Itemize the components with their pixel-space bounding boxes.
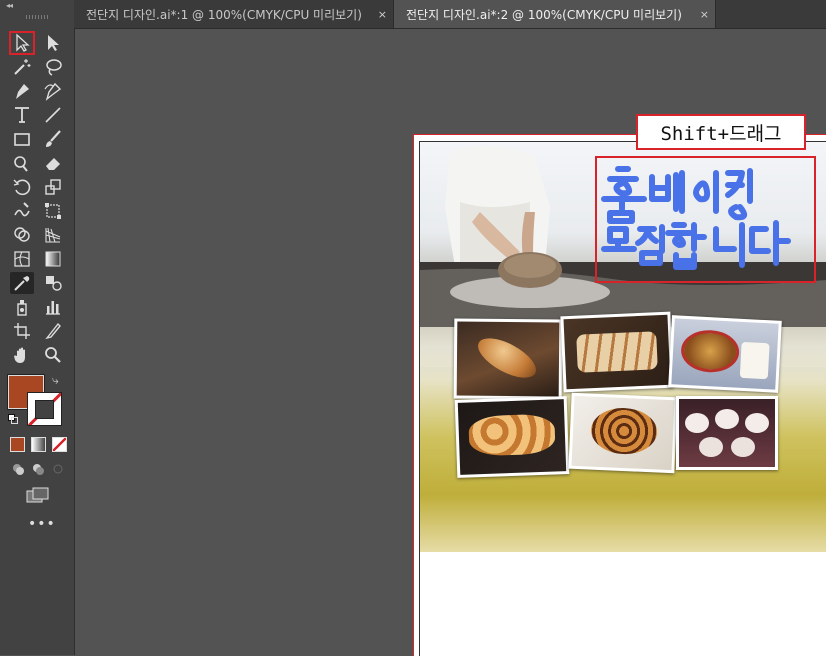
draw-behind-button[interactable] bbox=[31, 462, 45, 476]
swap-fill-stroke-icon[interactable]: ⤷ bbox=[52, 373, 59, 388]
tools-panel: ◂◂ ⤷ ••• bbox=[0, 0, 75, 655]
curvature-tool[interactable] bbox=[41, 80, 65, 102]
symbol-sprayer-icon bbox=[17, 300, 27, 316]
cinnamon-roll-photo bbox=[568, 392, 678, 474]
blend-icon bbox=[46, 276, 62, 291]
scale-tool[interactable] bbox=[41, 176, 65, 198]
zoom-icon bbox=[45, 347, 61, 363]
line-tool[interactable] bbox=[41, 104, 65, 126]
color-mode-button[interactable] bbox=[10, 437, 25, 452]
symbol-sprayer-tool[interactable] bbox=[10, 296, 34, 318]
scale-icon bbox=[45, 179, 61, 195]
gradient-mode-button[interactable] bbox=[31, 437, 46, 452]
mesh-icon bbox=[14, 251, 30, 267]
slice-icon bbox=[45, 322, 61, 340]
close-icon[interactable]: × bbox=[700, 8, 709, 21]
stroke-color-swatch[interactable] bbox=[27, 392, 62, 426]
line-segment-icon bbox=[45, 107, 61, 123]
edit-toolbar-button[interactable]: ••• bbox=[28, 516, 56, 532]
draw-inside-icon bbox=[53, 464, 63, 474]
paintbrush-icon bbox=[46, 130, 61, 147]
rectangle-icon bbox=[14, 133, 30, 146]
eraser-icon bbox=[46, 158, 60, 170]
magic-wand-icon bbox=[14, 59, 31, 75]
rectangle-tool[interactable] bbox=[10, 128, 34, 150]
document-tab-bar: 전단지 디자인.ai*:1 @ 100%(CMYK/CPU 미리보기) × 전단… bbox=[74, 0, 826, 29]
paintbrush-tool[interactable] bbox=[41, 128, 65, 150]
rotate-tool[interactable] bbox=[10, 176, 34, 198]
close-icon[interactable]: × bbox=[378, 8, 387, 21]
warp-tool[interactable] bbox=[10, 200, 34, 222]
tab-label: 전단지 디자인.ai*:1 @ 100%(CMYK/CPU 미리보기) bbox=[86, 7, 362, 22]
shift-drag-note: Shift+드래그 bbox=[636, 114, 806, 150]
panel-grip-handle[interactable] bbox=[26, 15, 48, 19]
direct-selection-tool[interactable] bbox=[41, 32, 65, 54]
free-transform-icon bbox=[45, 203, 61, 219]
cookies-milk-photo bbox=[668, 315, 782, 393]
zoom-tool[interactable] bbox=[41, 344, 65, 366]
draw-normal-icon bbox=[13, 464, 24, 475]
none-mode-button[interactable] bbox=[52, 437, 67, 452]
perspective-grid-tool[interactable] bbox=[41, 224, 65, 246]
rotate-icon bbox=[13, 179, 31, 196]
tab-document-1[interactable]: 전단지 디자인.ai*:1 @ 100%(CMYK/CPU 미리보기) × bbox=[74, 0, 394, 28]
type-tool[interactable] bbox=[10, 104, 34, 126]
shape-builder-tool[interactable] bbox=[10, 224, 34, 246]
screen-mode-icon[interactable] bbox=[26, 487, 50, 503]
draw-behind-icon bbox=[33, 464, 44, 475]
shaper-icon bbox=[14, 156, 28, 172]
gradient-tool[interactable] bbox=[41, 248, 65, 270]
mesh-tool[interactable] bbox=[10, 248, 34, 270]
sliced-bread-photo bbox=[560, 311, 674, 393]
column-graph-icon bbox=[46, 301, 60, 315]
eraser-tool[interactable] bbox=[41, 152, 65, 174]
lasso-tool[interactable] bbox=[41, 56, 65, 78]
pen-tool[interactable] bbox=[10, 80, 34, 102]
magic-wand-tool[interactable] bbox=[10, 56, 34, 78]
draw-normal-button[interactable] bbox=[11, 462, 25, 476]
blend-tool[interactable] bbox=[41, 272, 65, 294]
type-icon bbox=[15, 107, 29, 123]
artboard-icon bbox=[14, 323, 30, 339]
lasso-icon bbox=[46, 59, 62, 76]
free-transform-tool[interactable] bbox=[41, 200, 65, 222]
slice-tool[interactable] bbox=[41, 320, 65, 342]
default-fill-stroke-icon[interactable] bbox=[8, 414, 18, 424]
pen-icon bbox=[16, 84, 29, 99]
tab-label: 전단지 디자인.ai*:2 @ 100%(CMYK/CPU 미리보기) bbox=[406, 7, 682, 22]
tab-document-2[interactable]: 전단지 디자인.ai*:2 @ 100%(CMYK/CPU 미리보기) × bbox=[394, 0, 716, 28]
cupcakes-photo bbox=[676, 396, 778, 470]
eyedropper-tool[interactable] bbox=[10, 272, 34, 294]
braided-bread-photo bbox=[454, 396, 570, 478]
collapse-panel-icon[interactable]: ◂◂ bbox=[6, 1, 13, 10]
column-graph-tool[interactable] bbox=[41, 296, 65, 318]
gradient-icon bbox=[45, 251, 61, 267]
shape-builder-icon bbox=[14, 227, 30, 242]
selection-tool[interactable] bbox=[9, 31, 35, 55]
artboard-tool[interactable] bbox=[10, 320, 34, 342]
hand-tool[interactable] bbox=[10, 344, 34, 366]
shaper-tool[interactable] bbox=[10, 152, 34, 174]
draw-inside-button[interactable] bbox=[51, 462, 65, 476]
curvature-icon bbox=[44, 82, 62, 101]
warp-icon bbox=[14, 202, 30, 217]
perspective-grid-icon bbox=[45, 227, 61, 243]
bread-roll-photo bbox=[453, 318, 563, 400]
direct-selection-arrow-icon bbox=[48, 35, 59, 51]
selection-arrow-icon bbox=[16, 33, 30, 52]
hand-icon bbox=[14, 347, 25, 363]
selection-highlight-box bbox=[595, 156, 816, 283]
eyedropper-icon bbox=[14, 276, 30, 291]
